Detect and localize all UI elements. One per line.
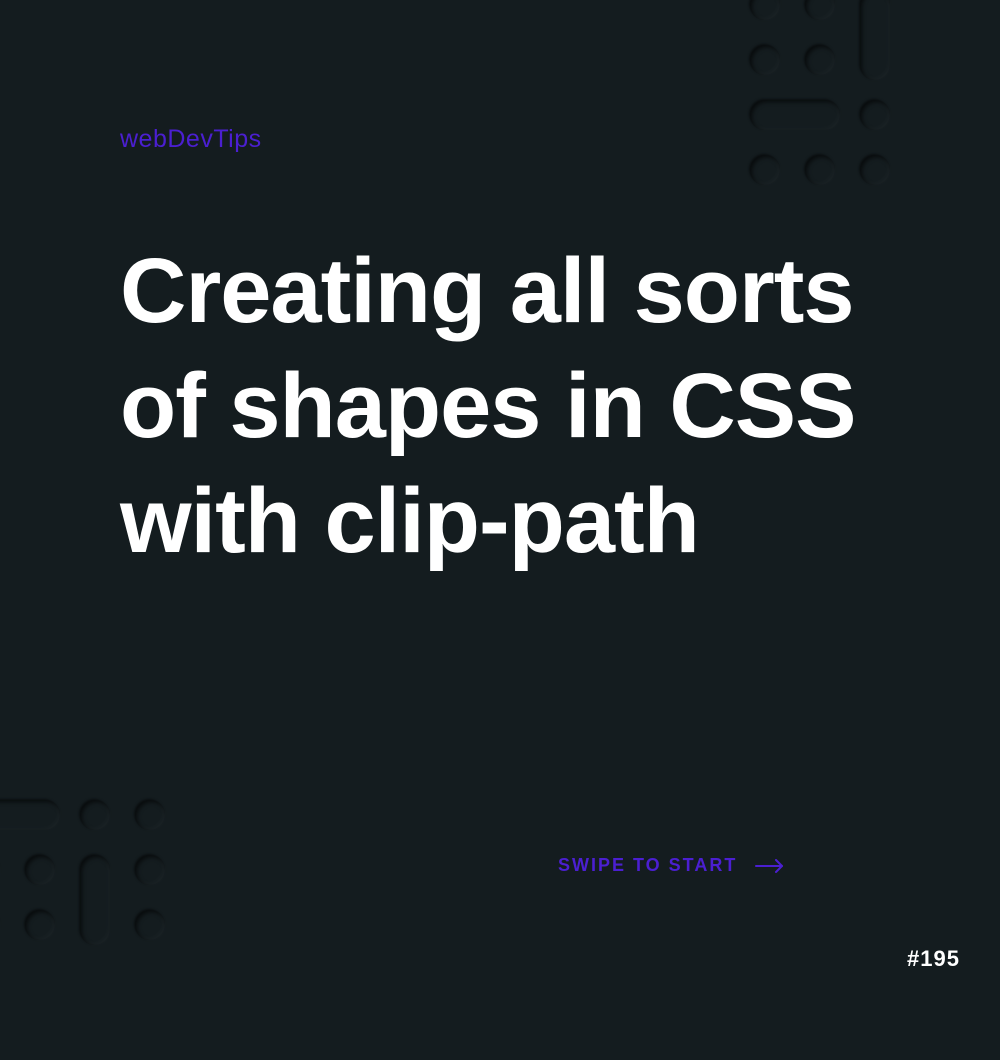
slide-title: Creating all sorts of shapes in CSS with…	[120, 234, 880, 579]
arrow-right-icon	[755, 859, 785, 873]
slide-card: webDevTips Creating all sorts of shapes …	[0, 0, 1000, 1000]
swipe-cta[interactable]: SWIPE TO START	[558, 855, 785, 876]
brand-label: webDevTips	[120, 125, 880, 154]
decorative-pattern-bottom-left	[0, 800, 210, 1060]
post-number: #195	[907, 946, 960, 972]
swipe-label: SWIPE TO START	[558, 855, 737, 876]
